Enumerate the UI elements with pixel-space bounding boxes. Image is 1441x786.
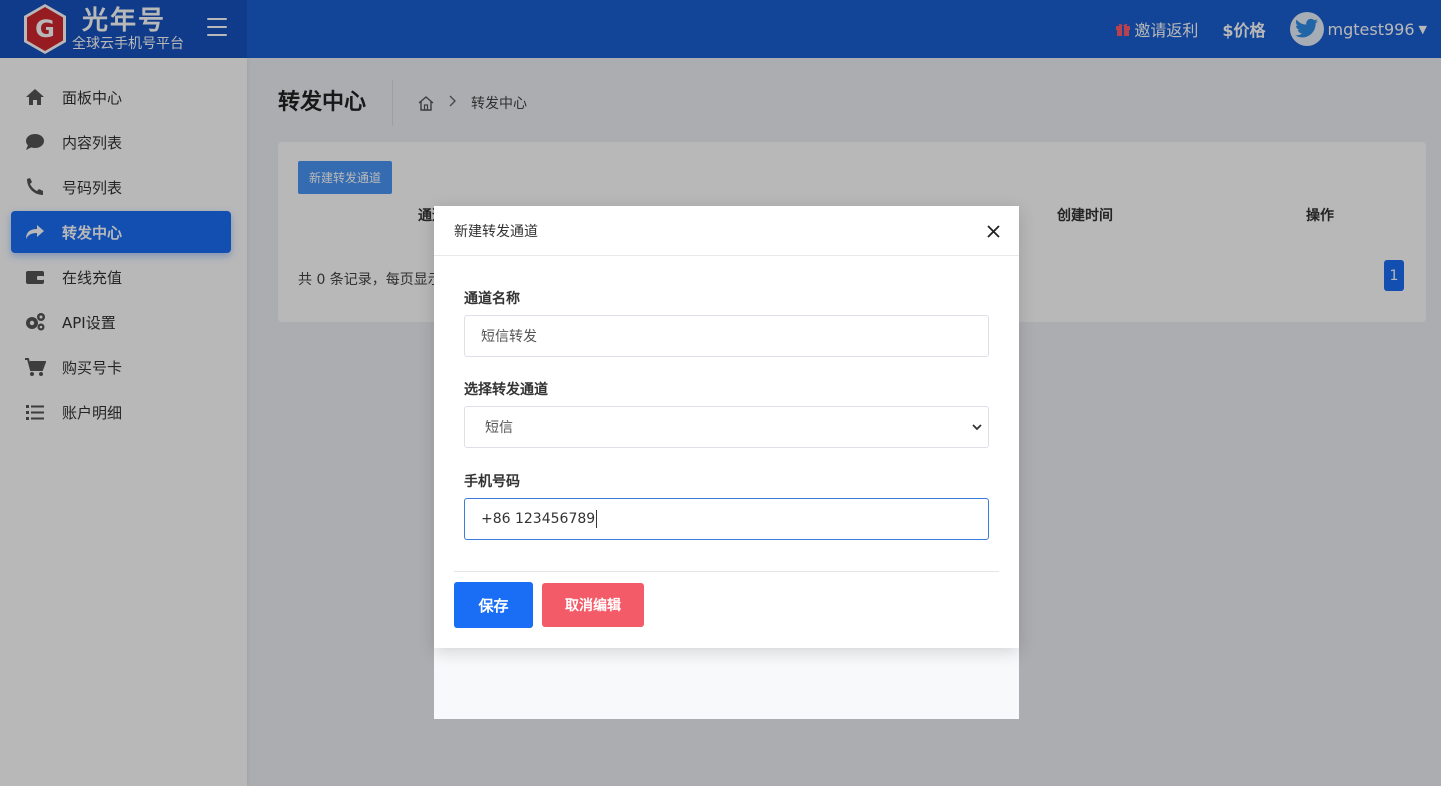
modal-title: 新建转发通道 — [454, 223, 538, 240]
channel-name-value: 短信转发 — [481, 329, 537, 345]
channel-type-label: 选择转发通道 — [464, 382, 548, 398]
modal-divider — [454, 571, 999, 572]
channel-name-input[interactable]: 短信转发 — [464, 315, 989, 357]
channel-type-select[interactable]: 短信 — [464, 406, 989, 448]
text-cursor — [596, 510, 598, 528]
phone-number-input[interactable]: +86 123456789 — [464, 498, 989, 540]
channel-type-value: 短信 — [485, 420, 513, 436]
modal-header: 新建转发通道 — [434, 206, 1019, 256]
close-icon[interactable] — [981, 219, 1005, 243]
save-button[interactable]: 保存 — [454, 582, 533, 628]
cancel-edit-button[interactable]: 取消编辑 — [542, 583, 644, 627]
channel-name-label: 通道名称 — [464, 291, 520, 307]
chevron-down-icon — [970, 420, 984, 438]
new-channel-modal: 新建转发通道 通道名称 短信转发 选择转发通道 短信 手机号码 +86 1234… — [434, 206, 1019, 648]
phone-number-value: +86 123456789 — [481, 511, 596, 527]
phone-number-label: 手机号码 — [464, 474, 520, 490]
